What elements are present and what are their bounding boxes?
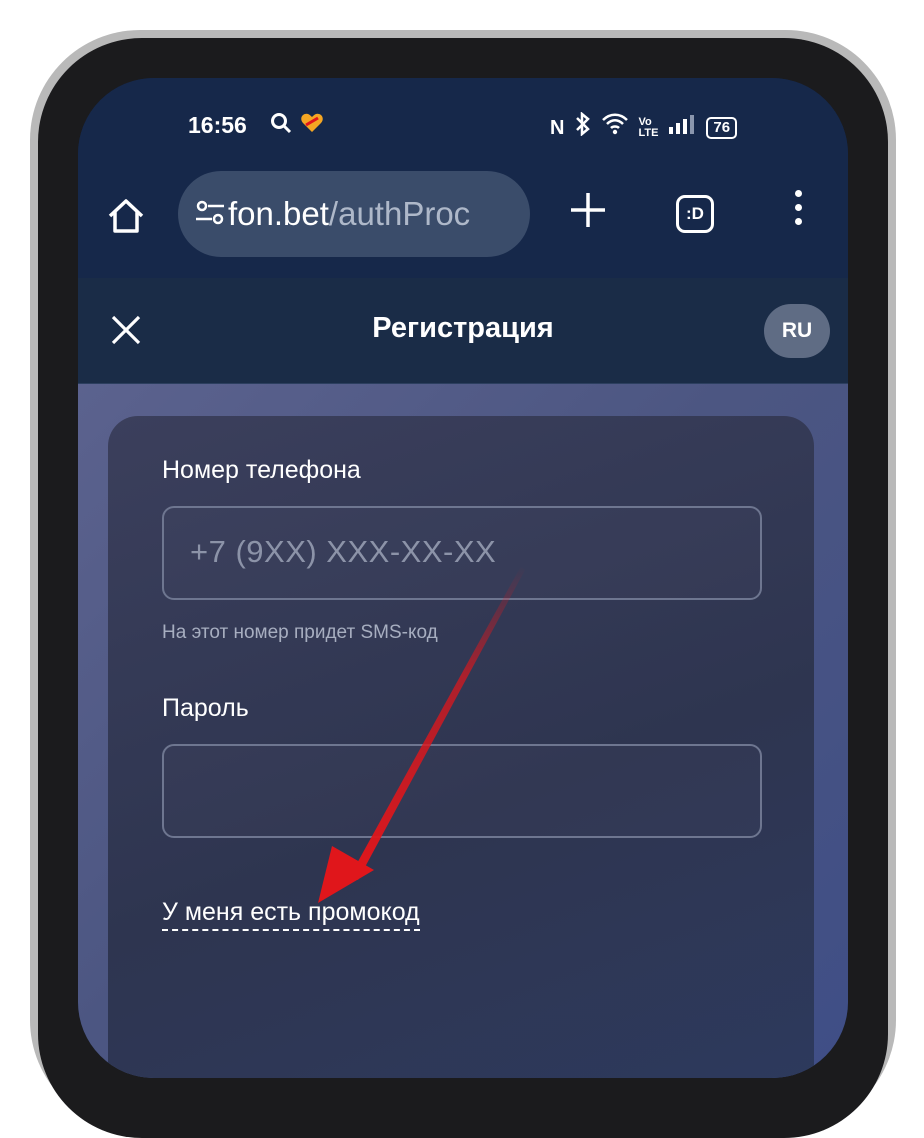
volte-icon: Vo LTE bbox=[638, 115, 659, 139]
wifi-icon bbox=[602, 113, 629, 142]
phone-placeholder: +7 (9XX) XXX-XX-XX bbox=[190, 534, 497, 569]
nfc-icon: N bbox=[550, 116, 565, 139]
site-settings-icon[interactable] bbox=[194, 196, 226, 228]
promo-code-link[interactable]: У меня есть промокод bbox=[162, 898, 420, 931]
password-label: Пароль bbox=[162, 694, 249, 722]
heart-app-icon bbox=[300, 112, 324, 141]
url-text[interactable]: fon.bet/authProc bbox=[228, 195, 528, 233]
new-tab-plus-icon[interactable] bbox=[566, 188, 610, 232]
signal-icon bbox=[668, 113, 696, 142]
phone-screen: 16:56 N Vo LTE 76 fon.bet/authProc:D Ре… bbox=[78, 78, 848, 1078]
phone-label: Номер телефона bbox=[162, 456, 361, 484]
registration-form-card: Номер телефона +7 (9XX) XXX-XX-XX На это… bbox=[108, 416, 814, 1078]
status-bar: 16:56 N Vo LTE 76 bbox=[78, 78, 848, 178]
password-input[interactable] bbox=[162, 744, 762, 838]
search-icon bbox=[270, 112, 292, 141]
more-menu-icon[interactable] bbox=[786, 190, 810, 234]
page-content: Номер телефона +7 (9XX) XXX-XX-XX На это… bbox=[78, 384, 848, 1078]
bluetooth-icon bbox=[574, 111, 592, 143]
url-path: /authProc bbox=[328, 195, 471, 232]
page-header: Регистрация RU bbox=[78, 278, 848, 384]
phone-hint: На этот номер придет SMS-код bbox=[162, 622, 438, 643]
phone-input[interactable]: +7 (9XX) XXX-XX-XX bbox=[162, 506, 762, 600]
status-time: 16:56 bbox=[188, 112, 247, 138]
home-icon[interactable] bbox=[106, 196, 146, 236]
tab-switcher-button[interactable]: :D bbox=[676, 195, 714, 233]
page-title: Регистрация bbox=[372, 312, 554, 344]
battery-indicator: 76 bbox=[706, 116, 738, 139]
url-domain: fon.bet bbox=[228, 195, 329, 232]
language-switch-button[interactable]: RU bbox=[764, 304, 830, 358]
